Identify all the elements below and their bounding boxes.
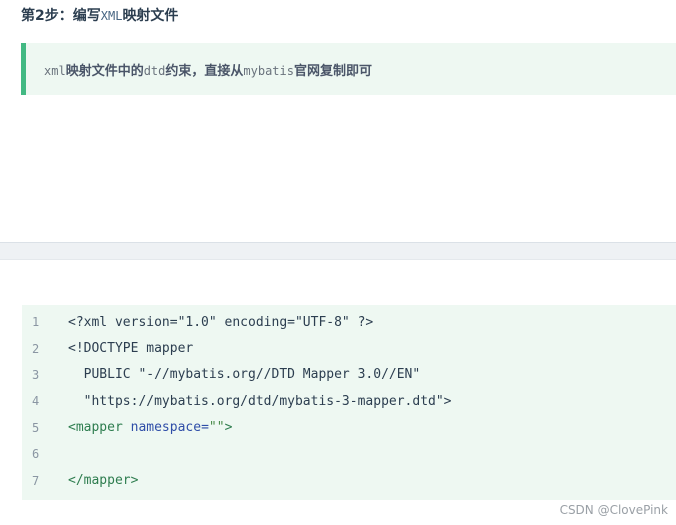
code-line: 2 <!DOCTYPE mapper (22, 335, 676, 361)
code-tag-close: > (224, 420, 233, 436)
heading-suffix: 映射文件 (122, 8, 179, 24)
tip-text-1: 映射文件中的 (65, 63, 144, 79)
code-line: 7 </mapper> (22, 467, 676, 493)
code-attr: namespace (122, 420, 202, 436)
code-tag-end: </mapper> (68, 473, 139, 489)
line-number: 4 (32, 394, 40, 409)
tip-box: xml映射文件中的dtd约束，直接从mybatis官网复制即可 (21, 43, 676, 95)
heading-code: XML (100, 9, 123, 23)
code-text: <!DOCTYPE mapper (68, 341, 194, 357)
code-line: 1 <?xml version="1.0" encoding="UTF-8" ?> (22, 309, 676, 335)
code-block: 1 <?xml version="1.0" encoding="UTF-8" ?>… (22, 305, 676, 500)
tip-text-2: 约束，直接从 (165, 63, 244, 79)
tip-code-xml: xml (44, 63, 66, 78)
line-number: 5 (32, 420, 40, 435)
code-text: <mapper namespace=""> (68, 420, 232, 435)
code-text: PUBLIC "-//mybatis.org//DTD Mapper 3.0//… (68, 367, 421, 383)
heading-prefix: 第2步：编写 (21, 8, 101, 24)
watermark: CSDN @ClovePink (559, 503, 668, 517)
code-line: 6 (22, 441, 676, 467)
line-number: 2 (32, 341, 40, 356)
tip-code-dtd: dtd (143, 63, 166, 78)
code-eq: = (201, 420, 209, 436)
section-divider (0, 242, 676, 260)
code-line: 5 <mapper namespace=""> (22, 415, 676, 441)
line-number: 7 (32, 473, 40, 488)
code-string: "" (208, 420, 225, 436)
code-tag-open: <mapper (68, 420, 123, 436)
code-text: "https://mybatis.org/dtd/mybatis-3-mappe… (68, 393, 452, 409)
line-number: 6 (32, 447, 40, 462)
code-line: 4 "https://mybatis.org/dtd/mybatis-3-map… (22, 388, 676, 414)
code-text: <?xml version="1.0" encoding="UTF-8" ?> (68, 314, 374, 330)
tip-code-mybatis: mybatis (243, 63, 294, 78)
tip-text: xml映射文件中的dtd约束，直接从mybatis官网复制即可 (44, 60, 372, 79)
tip-text-3: 官网复制即可 (293, 63, 372, 79)
line-number: 3 (32, 367, 40, 382)
line-number: 1 (32, 315, 40, 330)
step-heading: 第2步：编写XML映射文件 (21, 6, 178, 26)
code-line: 3 PUBLIC "-//mybatis.org//DTD Mapper 3.0… (22, 362, 676, 388)
